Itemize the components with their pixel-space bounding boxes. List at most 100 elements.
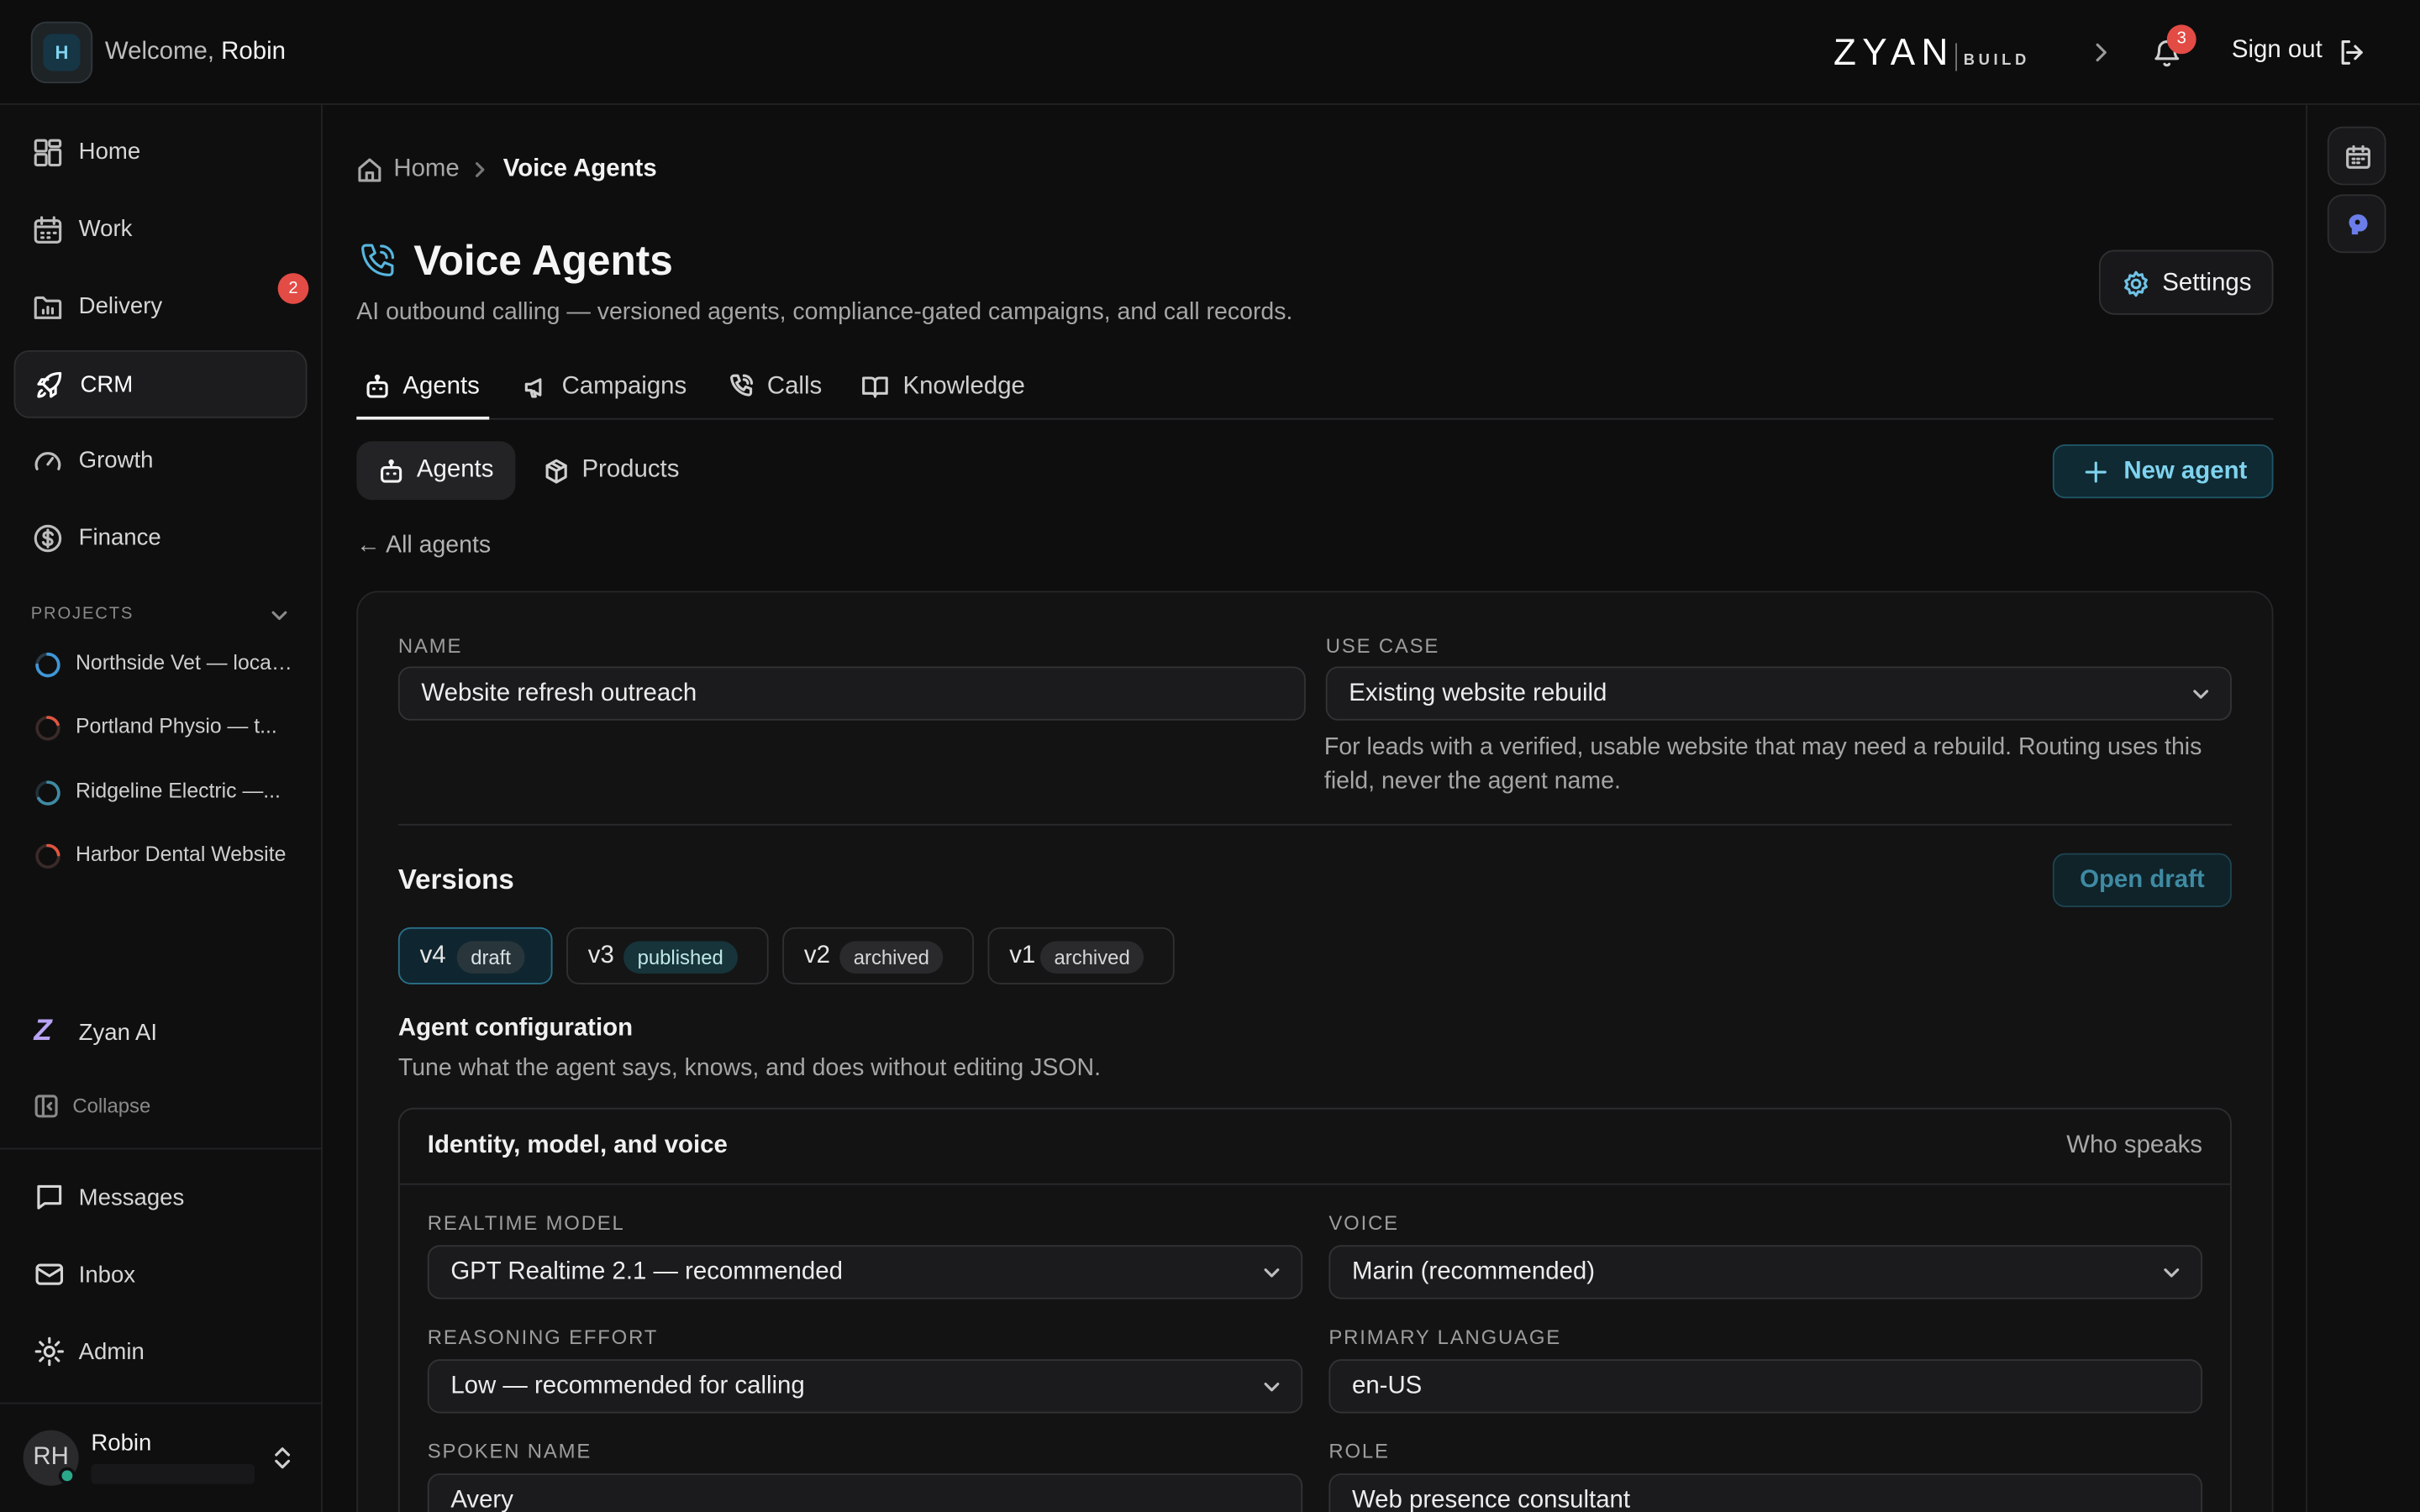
chevron-updown-icon[interactable] [271,1444,293,1472]
all-agents-back-link[interactable]: ← All agents [356,533,491,560]
sidebar-item-growth[interactable]: Growth [14,428,308,496]
logout-icon[interactable] [2337,37,2368,68]
sidebar-collapse-icon [34,1094,58,1118]
tab-calls[interactable]: Calls [729,365,837,419]
package-icon [545,459,567,484]
message-icon [34,1182,65,1213]
use-case-value: Existing website rebuild [1349,680,1607,707]
chevron-down-icon [2190,685,2212,704]
sidebar-item-home[interactable]: Home [14,118,308,186]
page-title: Voice Agents [413,237,673,284]
calendar-rail-button[interactable] [2327,126,2386,186]
breadcrumb-home[interactable]: Home [393,156,459,184]
sidebar-item-delivery[interactable]: Delivery [14,273,308,341]
sidebar-item-crm[interactable]: CRM [13,349,308,418]
settings-label: Settings [2162,270,2252,297]
primary-language-field[interactable]: en-US [1328,1359,2203,1414]
spoken-name-field[interactable]: Avery [427,1473,1303,1512]
notification-badge: 3 [2166,24,2196,55]
chevron-right-icon [471,159,489,181]
agent-configuration-title: Agent configuration [397,1015,634,1042]
section-divider [397,823,2232,826]
workspace-switcher[interactable]: H [30,21,93,84]
realtime-model-value: GPT Realtime 2.1 — recommended [450,1258,843,1285]
sidebar-item-label: Inbox [78,1262,136,1289]
identity-section-title: Identity, model, and voice [427,1132,728,1159]
tab-agents[interactable]: Agents [356,365,490,420]
chevron-down-icon [1261,1263,1283,1282]
version-pill-v3[interactable]: v3 published [566,927,769,984]
use-case-select[interactable]: Existing website rebuild [1325,666,2232,721]
new-agent-button[interactable]: New agent [2052,444,2274,499]
sidebar-item-label: CRM [80,371,134,398]
identity-section-header[interactable]: Identity, model, and voice Who speaks [399,1110,2231,1185]
tab-campaigns[interactable]: Campaigns [523,365,693,419]
home-icon[interactable] [356,156,382,184]
sidebar-divider [0,1147,323,1150]
gear-icon [2124,270,2148,297]
project-progress-icon [34,714,61,742]
calendar-icon [2346,144,2370,169]
reasoning-effort-label: REASONING EFFORT [427,1325,659,1349]
settings-button[interactable]: Settings [2098,249,2274,315]
sidebar-item-label: Work [78,216,133,243]
sidebar-item-finance[interactable]: Finance [14,505,308,573]
status-badge: archived [839,941,944,974]
reasoning-effort-select[interactable]: Low — recommended for calling [427,1359,1303,1414]
phone-call-icon [356,241,398,283]
sidebar-item-label: Delivery [78,292,163,320]
voice-select[interactable]: Marin (recommended) [1328,1245,2203,1299]
sidebar-item-label: Home [78,139,141,165]
brand-divider [1955,43,1958,71]
sidebar-item-label: Finance [78,524,161,551]
version-pill-v4[interactable]: v4 draft [397,927,553,984]
sidebar-item-label: Messages [78,1184,185,1211]
collapse-label: Collapse [72,1094,151,1117]
zyan-ai-label: Zyan AI [78,1020,158,1047]
project-progress-icon [34,651,61,679]
status-badge: archived [1039,941,1144,974]
project-label: Portland Physio — t... [75,714,277,738]
agent-name-field[interactable]: Website refresh outreach [397,666,1306,721]
subtab-label: Products [581,456,680,483]
app-root: H Welcome, Robin ZYAN BUILD 3 Sign out H… [0,0,2420,1512]
chevron-down-icon [1261,1378,1283,1396]
assistant-rail-button[interactable] [2327,194,2386,254]
sidebar-divider [0,1402,323,1404]
primary-language-value: en-US [1351,1373,1423,1399]
open-draft-button[interactable]: Open draft [2052,853,2232,907]
voice-label: VOICE [1328,1210,1399,1235]
tab-label: Knowledge [902,373,1025,400]
version-name: v3 [587,942,614,969]
chevron-right-icon[interactable] [2090,40,2112,65]
sidebar-item-label: Growth [78,447,154,474]
sidebar-item-work[interactable]: Work [14,196,308,264]
role-label: ROLE [1328,1439,1390,1463]
zyan-logo-icon: Z [34,1015,52,1048]
subtab-agents[interactable]: Agents [356,441,516,501]
version-name: v2 [803,942,830,969]
tab-knowledge[interactable]: Knowledge [861,365,1031,419]
realtime-model-select[interactable]: GPT Realtime 2.1 — recommended [427,1245,1303,1299]
subtab-products[interactable]: Products [522,441,704,500]
name-label: NAME [397,633,463,658]
plus-icon [2085,461,2107,483]
role-value: Web presence consultant [1351,1487,1631,1512]
role-field[interactable]: Web presence consultant [1328,1473,2203,1512]
brand-logo[interactable]: ZYAN BUILD [1833,32,2030,75]
sign-out-button[interactable]: Sign out [2232,37,2323,65]
project-label: Ridgeline Electric —... [75,779,281,803]
project-label: Harbor Dental Website [75,842,287,866]
version-pill-v1[interactable]: v1 archived [987,927,1175,984]
version-name: v1 [1009,942,1036,969]
version-pill-v2[interactable]: v2 archived [782,927,974,984]
workspace-avatar: H [43,34,81,71]
user-email-placeholder [91,1464,255,1484]
brand-sub: BUILD [1963,52,2030,70]
tab-label: Campaigns [561,373,687,400]
reasoning-effort-value: Low — recommended for calling [450,1373,805,1399]
new-agent-label: New agent [2123,458,2248,485]
chevron-down-icon[interactable] [269,606,291,625]
brand-main: ZYAN [1833,32,1954,75]
chevron-down-icon [2160,1263,2182,1282]
